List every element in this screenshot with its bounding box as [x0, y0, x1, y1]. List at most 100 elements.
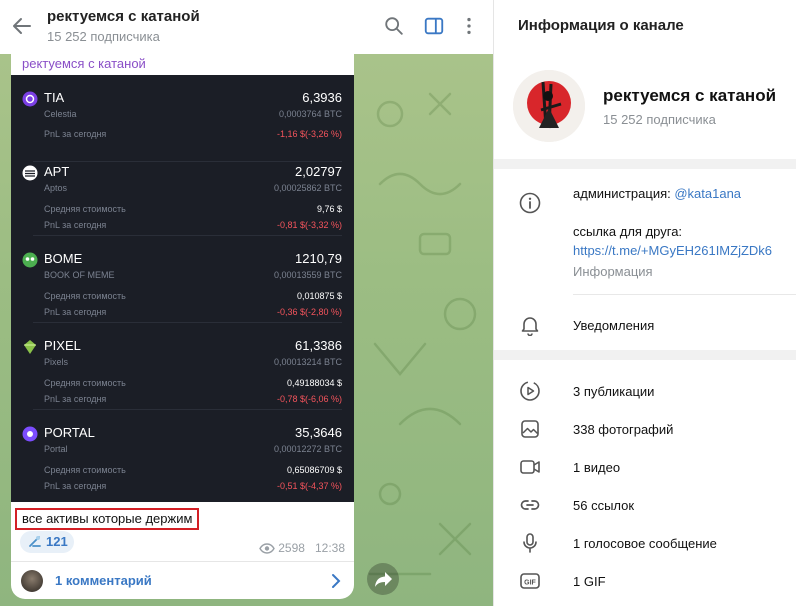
pnl-label: PnL за сегодня — [44, 307, 107, 317]
gif-icon: GIF — [520, 573, 540, 589]
admin-link[interactable]: @kata1ana — [674, 186, 741, 201]
avg-cost-value: 0,010875 $ — [296, 291, 342, 301]
telegram-window: ректуемся с катаной 15 252 подписчика ре… — [0, 0, 796, 606]
channel-avatar-image — [513, 70, 585, 142]
asset-amount: 2,02797 — [295, 164, 342, 179]
pnl-label: PnL за сегодня — [44, 481, 107, 491]
portfolio-image[interactable]: TIA 6,3936 Celestia 0,0003764 BTC PnL за… — [11, 75, 354, 502]
commenter-avatar — [21, 570, 43, 592]
avg-cost-label: Средняя стоимость — [44, 204, 126, 214]
notifications-toggle[interactable]: Уведомления — [573, 318, 654, 333]
voice-icon — [523, 533, 537, 553]
avg-cost-label: Средняя стоимость — [44, 291, 126, 301]
media-voice[interactable]: 1 голосовое сообщение — [573, 536, 717, 551]
views-icon — [259, 543, 276, 555]
pnl-label: PnL за сегодня — [44, 129, 107, 139]
admin-row: администрация: @kata1ana — [573, 186, 741, 201]
chat-panel: ректуемся с катаной 15 252 подписчика ре… — [0, 0, 493, 606]
reaction-button[interactable]: 121 — [20, 531, 74, 553]
section-divider — [494, 350, 796, 360]
chat-subscribers: 15 252 подписчика — [47, 29, 160, 44]
media-gif[interactable]: 1 GIF — [573, 574, 606, 589]
links-icon — [520, 500, 540, 510]
background-pattern — [368, 92, 477, 576]
pnl-value: -0,36 $(-2,80 %) — [276, 307, 342, 317]
bome-coin-icon — [22, 252, 38, 268]
asset-amount: 6,3936 — [302, 90, 342, 105]
comments-button[interactable]: 1 комментарий — [11, 561, 354, 599]
info-panel-title: Информация о канале — [518, 17, 684, 34]
friend-invite-link[interactable]: https://t.me/+MGyEH261IMZjZDk6 — [573, 243, 772, 258]
aptos-coin-icon — [22, 165, 38, 181]
views-count: 2598 — [278, 541, 305, 555]
avg-cost-label: Средняя стоимость — [44, 465, 126, 475]
message-caption: все активы которые держим — [15, 508, 200, 530]
channel-name: ректуемся с катаной — [603, 86, 777, 105]
asset-btc-value: 0,00013214 BTC — [273, 357, 342, 367]
asset-symbol: PIXEL — [44, 338, 81, 353]
asset-row: PIXEL 61,3386 Pixels 0,00013214 BTC Сред… — [11, 323, 354, 410]
avg-cost-value: 9,76 $ — [316, 204, 342, 214]
avg-cost-label: Средняя стоимость — [44, 378, 126, 388]
tia-coin-icon — [22, 91, 38, 107]
channel-subscribers: 15 252 подписчика — [603, 112, 716, 127]
pnl-value: -0,51 $(-4,37 %) — [276, 481, 342, 491]
svg-text:GIF: GIF — [524, 580, 536, 587]
asset-btc-value: 0,00012272 BTC — [273, 444, 342, 454]
pnl-value: -0,81 $(-3,32 %) — [276, 220, 342, 230]
share-button[interactable] — [367, 563, 399, 595]
divider — [573, 294, 796, 295]
pnl-value: -1,16 $(-3,26 %) — [276, 129, 342, 139]
photos-icon — [521, 420, 539, 438]
pnl-value: -0,78 $(-6,06 %) — [276, 394, 342, 404]
sidebar-toggle-icon[interactable] — [423, 15, 445, 37]
asset-btc-value: 0,0003764 BTC — [278, 109, 342, 119]
asset-name: Portal — [44, 444, 68, 454]
asset-symbol: TIA — [44, 90, 65, 105]
portal-coin-icon — [22, 426, 38, 442]
message-meta: 2598 12:38 — [259, 541, 345, 555]
publications-icon — [520, 381, 540, 401]
section-divider — [494, 159, 796, 169]
pixel-coin-icon — [24, 340, 36, 354]
asset-name: Celestia — [44, 109, 77, 119]
asset-btc-value: 0,00025862 BTC — [273, 183, 342, 193]
back-arrow-icon[interactable] — [10, 14, 34, 38]
media-publications[interactable]: 3 публикации — [573, 384, 654, 399]
media-videos[interactable]: 1 видео — [573, 460, 620, 475]
media-links[interactable]: 56 ссылок — [573, 498, 634, 513]
chevron-right-icon — [332, 574, 341, 588]
asset-row: PORTAL 35,3646 Portal 0,00012272 BTC Сре… — [11, 410, 354, 497]
reaction-count: 121 — [46, 534, 68, 549]
message-sender[interactable]: ректуемся с катаной — [22, 56, 146, 71]
asset-amount: 61,3386 — [295, 338, 342, 353]
video-icon — [520, 460, 540, 474]
info-icon — [519, 192, 541, 214]
asset-row: BOME 1210,79 BOOK OF MEME 0,00013559 BTC… — [11, 236, 354, 323]
asset-btc-value: 0,00013559 BTC — [273, 270, 342, 280]
channel-info-panel: Информация о канале ректуемся с катаной … — [493, 0, 796, 606]
message-time: 12:38 — [314, 541, 345, 555]
share-arrow-icon — [375, 572, 392, 587]
chat-title[interactable]: ректуемся с катаной — [47, 8, 200, 25]
reaction-emoji-icon — [29, 536, 41, 547]
admin-label: администрация: — [573, 186, 675, 201]
media-photos[interactable]: 338 фотографий — [573, 422, 673, 437]
friend-link-label: ссылка для друга: — [573, 224, 683, 239]
asset-symbol: APT — [44, 164, 70, 179]
more-vertical-icon[interactable] — [458, 15, 480, 37]
channel-avatar[interactable] — [513, 70, 585, 142]
avg-cost-value: 0,65086709 $ — [286, 465, 342, 475]
comments-label: 1 комментарий — [55, 573, 152, 588]
pnl-label: PnL за сегодня — [44, 220, 107, 230]
asset-symbol: PORTAL — [44, 425, 95, 440]
asset-name: BOOK OF MEME — [44, 270, 115, 280]
info-caption: Информация — [573, 264, 653, 279]
pnl-label: PnL за сегодня — [44, 394, 107, 404]
search-icon[interactable] — [383, 15, 405, 37]
message-bubble[interactable]: ректуемся с катаной TIA 6,3936 Celestia … — [11, 54, 354, 599]
asset-amount: 35,3646 — [295, 425, 342, 440]
bell-icon — [521, 317, 539, 336]
chat-header: ректуемся с катаной 15 252 подписчика — [0, 0, 493, 54]
asset-symbol: BOME — [44, 251, 83, 266]
